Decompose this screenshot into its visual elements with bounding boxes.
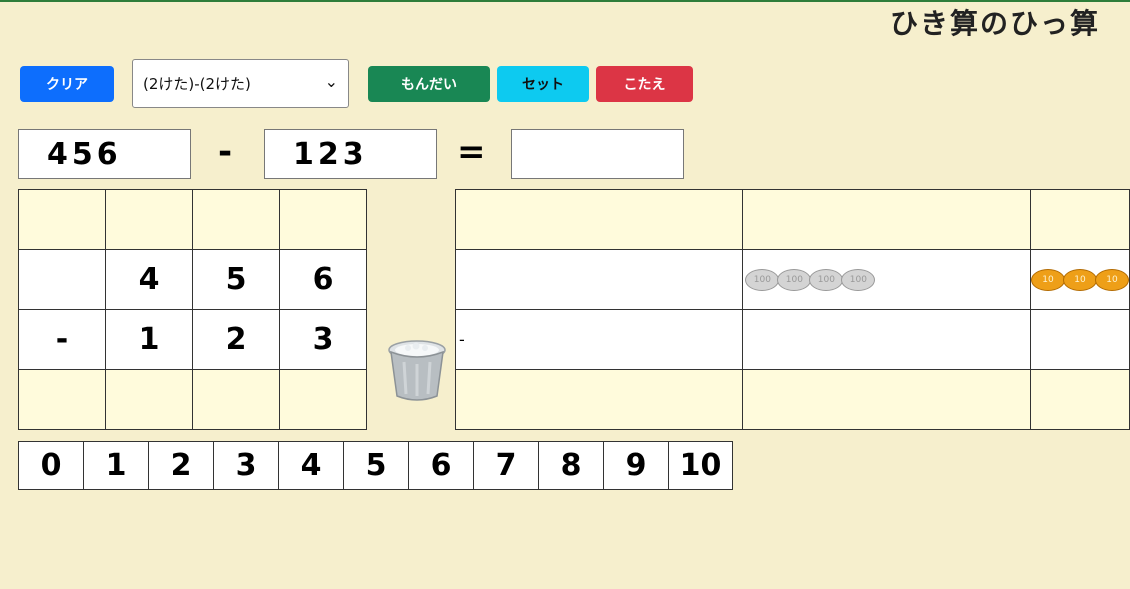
mode-select[interactable]: (2けた)-(2けた) ⌄ xyxy=(132,59,349,108)
board-cell[interactable] xyxy=(742,309,1031,370)
digit-key-10[interactable]: 10 xyxy=(668,441,733,490)
coin-10-icon[interactable]: 10 xyxy=(1094,268,1129,291)
coin-place-value-board: 100 100 100 100 10 10 10 - xyxy=(454,189,1130,430)
digit-key-7[interactable]: 7 xyxy=(473,441,538,490)
board-cell[interactable] xyxy=(1029,189,1130,250)
subtrahend-input[interactable]: 123 xyxy=(264,129,437,179)
coin-10-icon[interactable]: 10 xyxy=(1062,268,1097,291)
digit-pad: 0 1 2 3 4 5 6 7 8 9 10 xyxy=(18,441,733,490)
board-cell[interactable] xyxy=(454,189,744,250)
chevron-down-icon: ⌄ xyxy=(324,72,338,91)
tens-coins-cell[interactable]: 10 10 10 xyxy=(1029,249,1130,310)
minus-mark: - xyxy=(454,309,744,370)
digit-key-1[interactable]: 1 xyxy=(83,441,148,490)
answer-button[interactable]: こたえ xyxy=(596,66,693,102)
digit-key-8[interactable]: 8 xyxy=(538,441,603,490)
board-cell[interactable] xyxy=(454,369,744,430)
carry-cell[interactable] xyxy=(192,189,280,250)
minuend-cell: 6 xyxy=(279,249,367,310)
coin-10-icon[interactable]: 10 xyxy=(1031,268,1065,291)
board-cell[interactable] xyxy=(1029,309,1130,370)
hundreds-coins-cell[interactable]: 100 100 100 100 xyxy=(742,249,1031,310)
digit-key-3[interactable]: 3 xyxy=(213,441,278,490)
carry-cell[interactable] xyxy=(18,189,106,250)
answer-input[interactable] xyxy=(511,129,684,179)
digit-key-4[interactable]: 4 xyxy=(278,441,343,490)
coin-100-icon[interactable]: 100 xyxy=(841,268,876,291)
minuend-input[interactable]: 456 xyxy=(18,129,191,179)
minuend-cell: 4 xyxy=(105,249,193,310)
digit-key-0[interactable]: 0 xyxy=(18,441,83,490)
subtrahend-cell: 2 xyxy=(192,309,280,370)
subtrahend-cell: - xyxy=(18,309,106,370)
result-cell[interactable] xyxy=(192,369,280,430)
board-cell[interactable] xyxy=(454,249,744,310)
digit-key-9[interactable]: 9 xyxy=(603,441,668,490)
clear-button[interactable]: クリア xyxy=(20,66,114,102)
minuend-cell: 5 xyxy=(192,249,280,310)
subtrahend-cell: 1 xyxy=(105,309,193,370)
column-subtraction-grid: 4 5 6 - 1 2 3 xyxy=(18,189,367,430)
subtrahend-cell: 3 xyxy=(279,309,367,370)
carry-cell[interactable] xyxy=(279,189,367,250)
page-title: ひき算のひっ算 xyxy=(889,7,1100,40)
carry-cell[interactable] xyxy=(105,189,193,250)
mode-select-value: (2けた)-(2けた) xyxy=(143,75,251,93)
question-button[interactable]: もんだい xyxy=(368,66,490,102)
minus-operator: - xyxy=(218,132,233,172)
coin-100-icon[interactable]: 100 xyxy=(777,268,812,291)
digit-key-6[interactable]: 6 xyxy=(408,441,473,490)
coin-100-icon[interactable]: 100 xyxy=(745,268,780,291)
coin-100-icon[interactable]: 100 xyxy=(809,268,844,291)
result-cell[interactable] xyxy=(105,369,193,430)
digit-key-2[interactable]: 2 xyxy=(148,441,213,490)
board-cell[interactable] xyxy=(742,369,1031,430)
equals-sign: = xyxy=(457,132,486,172)
board-cell[interactable] xyxy=(1029,369,1130,430)
digit-key-5[interactable]: 5 xyxy=(343,441,408,490)
minuend-cell xyxy=(18,249,106,310)
result-cell[interactable] xyxy=(18,369,106,430)
result-cell[interactable] xyxy=(279,369,367,430)
trash-can-icon[interactable] xyxy=(386,338,448,402)
board-cell[interactable] xyxy=(742,189,1031,250)
set-button[interactable]: セット xyxy=(497,66,589,102)
